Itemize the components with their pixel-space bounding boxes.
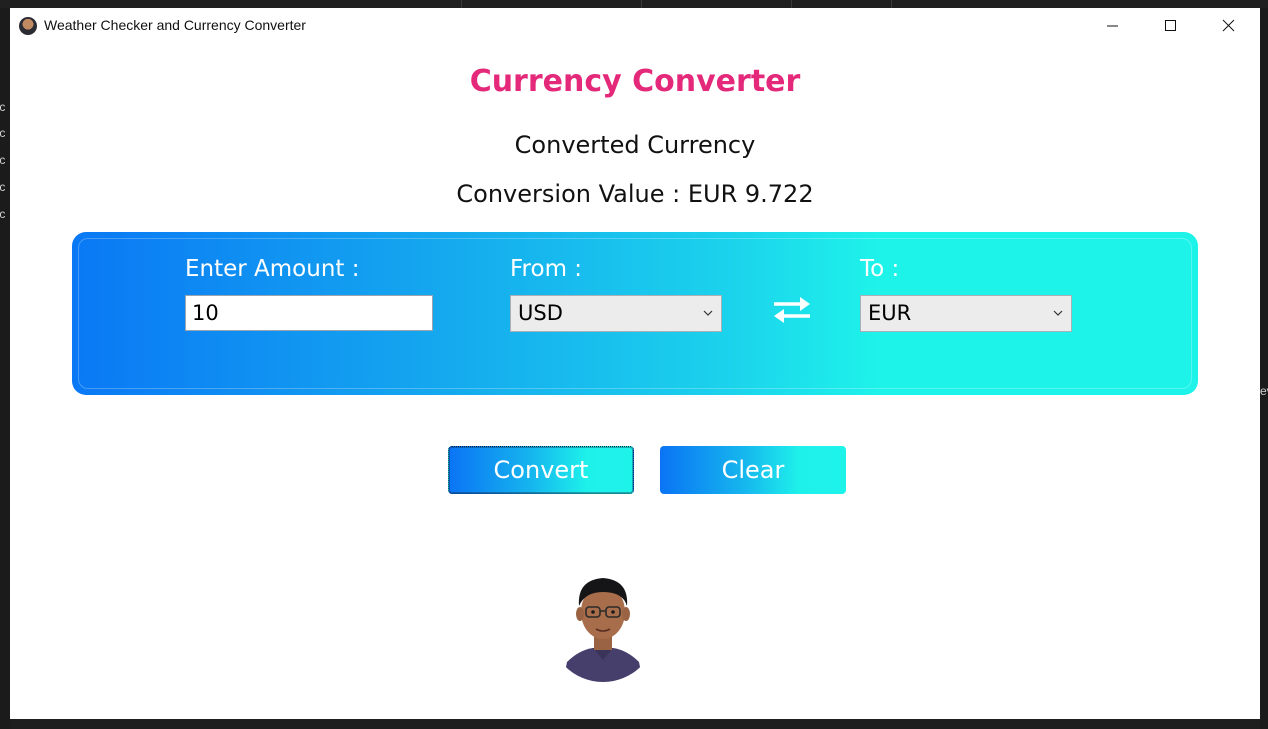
background-text: tc bbox=[0, 100, 6, 114]
to-currency-value: EUR bbox=[868, 301, 912, 325]
maximize-button[interactable] bbox=[1142, 8, 1200, 44]
to-label: To : bbox=[860, 256, 900, 282]
maximize-icon bbox=[1165, 20, 1176, 31]
from-currency-value: USD bbox=[518, 301, 563, 325]
background-taskbar-strip bbox=[0, 0, 1268, 8]
background-text: ev bbox=[1260, 384, 1268, 398]
window-title: Weather Checker and Currency Converter bbox=[44, 17, 306, 33]
background-left-panel: l tc tc tc tc tc bbox=[0, 8, 10, 729]
background-separator bbox=[891, 0, 892, 8]
background-text: tc bbox=[0, 126, 6, 140]
minimize-icon bbox=[1107, 25, 1118, 27]
app-window: Weather Checker and Currency Converter C… bbox=[10, 8, 1260, 719]
from-label: From : bbox=[510, 256, 583, 282]
to-currency-select[interactable]: EUR bbox=[860, 295, 1072, 332]
from-currency-select[interactable]: USD bbox=[510, 295, 722, 332]
background-text: tc bbox=[0, 207, 6, 221]
minimize-button[interactable] bbox=[1084, 8, 1142, 44]
chevron-down-icon bbox=[1053, 310, 1063, 316]
background-text: tc bbox=[0, 153, 6, 167]
close-icon bbox=[1222, 19, 1235, 32]
converter-panel: Enter Amount : From : USD To : EUR bbox=[72, 232, 1198, 395]
converted-currency-label: Converted Currency bbox=[514, 131, 756, 159]
background-right-panel: ev bbox=[1260, 8, 1268, 729]
convert-button[interactable]: Convert bbox=[448, 446, 634, 494]
page-title: Currency Converter bbox=[469, 64, 801, 99]
avatar bbox=[559, 574, 647, 682]
title-bar[interactable]: Weather Checker and Currency Converter bbox=[10, 8, 1260, 44]
conversion-value-label: Conversion Value : EUR 9.722 bbox=[456, 180, 814, 208]
background-separator bbox=[461, 0, 462, 8]
background-separator bbox=[791, 0, 792, 8]
background-separator bbox=[641, 0, 642, 8]
app-icon bbox=[19, 17, 37, 35]
amount-label: Enter Amount : bbox=[185, 256, 360, 282]
chevron-down-icon bbox=[703, 310, 713, 316]
amount-input[interactable] bbox=[185, 295, 433, 331]
swap-arrows-icon[interactable] bbox=[772, 295, 812, 325]
background-text: tc bbox=[0, 180, 6, 194]
clear-button[interactable]: Clear bbox=[660, 446, 846, 494]
close-button[interactable] bbox=[1200, 8, 1258, 44]
